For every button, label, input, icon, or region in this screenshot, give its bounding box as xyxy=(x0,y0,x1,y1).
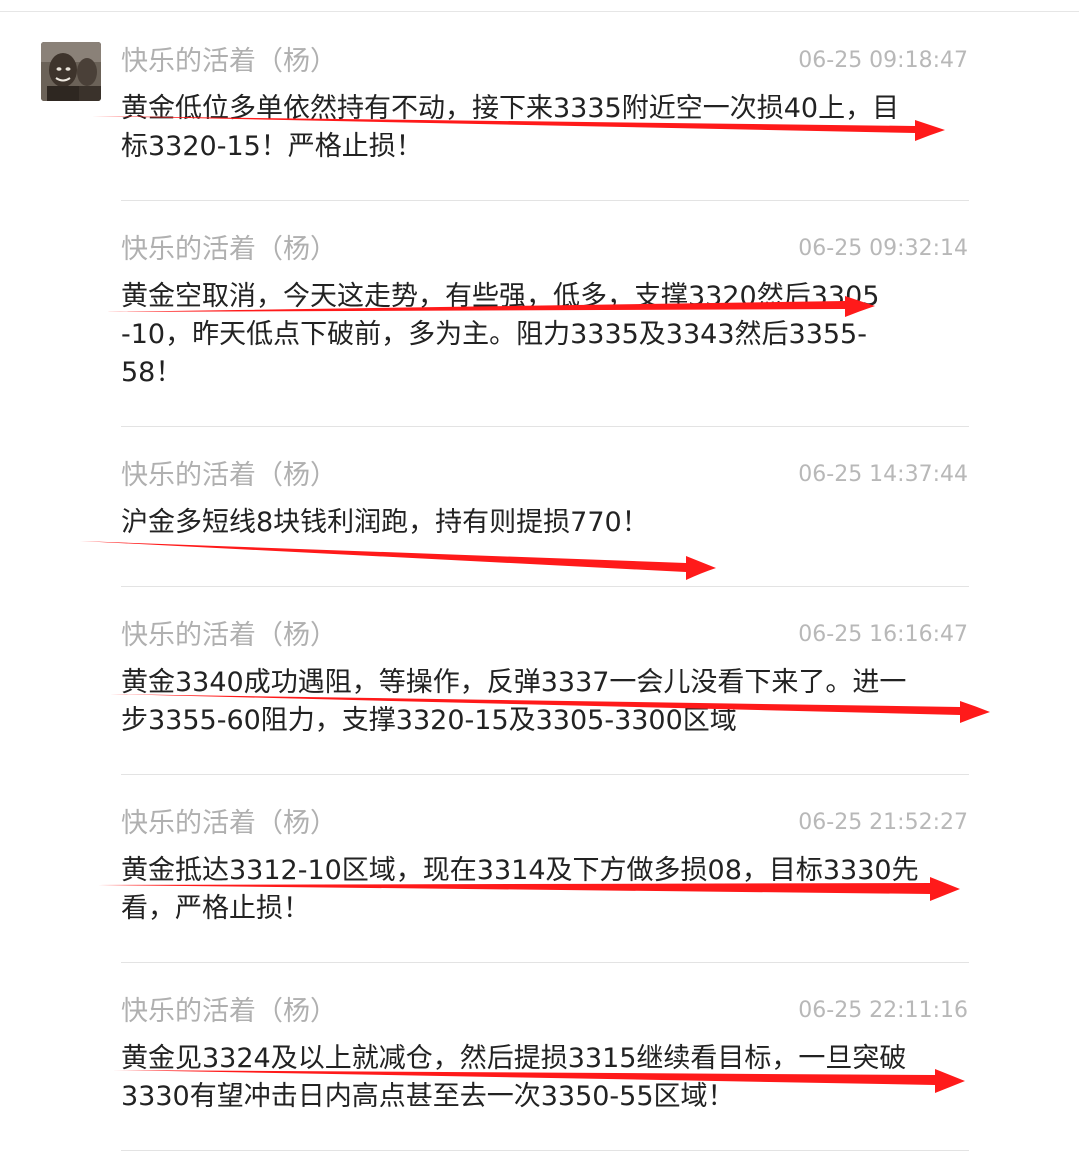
divider xyxy=(121,962,969,963)
sender-name[interactable]: 快乐的活着（杨） xyxy=(121,994,337,1030)
timestamp: 06-25 16:16:47 xyxy=(798,622,968,647)
sender-name[interactable]: 快乐的活着（杨） xyxy=(121,806,337,842)
sender-name[interactable]: 快乐的活着（杨） xyxy=(121,44,337,80)
timestamp: 06-25 09:32:14 xyxy=(798,236,968,261)
timestamp: 06-25 14:37:44 xyxy=(798,462,968,487)
message-text: 黄金见3324及以上就减仓，然后提损3315继续看目标，一旦突破3330有望冲击… xyxy=(121,1043,907,1112)
sender-name[interactable]: 快乐的活着（杨） xyxy=(121,232,337,268)
timestamp: 06-25 21:52:27 xyxy=(798,810,968,835)
sender-name[interactable]: 快乐的活着（杨） xyxy=(121,618,337,654)
avatar[interactable] xyxy=(41,42,101,101)
divider xyxy=(121,1150,969,1151)
red-arrow-icon xyxy=(80,541,716,580)
message-text: 黄金空取消，今天这走势，有些强，低多，支撑3320然后3305-10，昨天低点下… xyxy=(121,281,880,388)
sender-name[interactable]: 快乐的活着（杨） xyxy=(121,458,337,494)
message-text: 黄金3340成功遇阻，等操作，反弹3337一会儿没看下来了。进一步3355-60… xyxy=(121,667,907,736)
message-text: 黄金低位多单依然持有不动，接下来3335附近空一次损40上，目标3320-15！… xyxy=(121,93,900,162)
annotation-arrows xyxy=(80,116,990,1093)
divider xyxy=(121,426,969,427)
timestamp: 06-25 22:11:16 xyxy=(798,998,968,1023)
user-avatar-photo-icon xyxy=(41,42,101,101)
message-text: 黄金抵达3312-10区域，现在3314及下方做多损08，目标3330先看，严格… xyxy=(121,855,919,924)
divider xyxy=(121,200,969,201)
top-divider xyxy=(0,11,1079,12)
divider xyxy=(121,774,969,775)
divider xyxy=(121,586,969,587)
message-text: 沪金多短线8块钱利润跑，持有则提损770！ xyxy=(121,507,649,538)
timestamp: 06-25 09:18:47 xyxy=(798,48,968,73)
